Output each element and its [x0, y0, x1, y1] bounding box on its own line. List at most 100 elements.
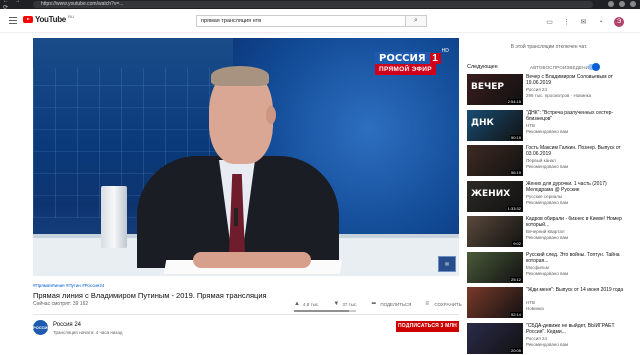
video-duration: 50:19 [509, 134, 522, 140]
video-duration: 1:33:32 [506, 205, 522, 211]
recommended-video[interactable]: ДНК 50:19 "ДНК": "Встреча разлученных сест… [467, 109, 635, 142]
video-thumbnail[interactable]: ЖЕНИХ 1:33:32 [467, 180, 523, 212]
youtube-logo[interactable]: YouTube RU [23, 14, 74, 24]
live-broadcast-badge: ПРЯМОЙ ЭФИР [375, 64, 436, 75]
recommended-video-title[interactable]: Вечер с Владимиром Соловьевым от 19.06.2… [526, 74, 634, 86]
thumbs-up-icon: ▲ [294, 301, 300, 307]
chat-disabled-note: В этой трансляции отключен чат. [510, 44, 588, 50]
recommended-video-meta: Рекомендовано вам [526, 270, 569, 276]
recommended-video-meta: Рекомендовано вам [526, 235, 569, 240]
pen-holder [101, 186, 127, 248]
notifications-bell-icon[interactable]: ◔ [597, 19, 604, 26]
video-actions: ▲ 4,8 тыс. ▼ 37 тыс. ➦ ПОДЕЛИТЬСЯ ≡ СОХР… [294, 301, 482, 307]
dislike-count: 37 тыс. [342, 301, 358, 307]
recommended-video-title[interactable]: Жених для дурочки. 1 часть (2017) Мелодр… [526, 181, 634, 193]
thumbnail-caption: ДНК [471, 117, 494, 128]
recommended-video-channel[interactable]: Русские сериалы [526, 194, 562, 199]
recommended-video-channel[interactable]: Первый канал [526, 158, 556, 163]
video-duration: 25:12 [509, 276, 522, 282]
subscribe-button[interactable]: ПОДПИСАТЬСЯ 3 МЛН [396, 321, 459, 332]
video-thumbnail[interactable]: 52:14 [467, 287, 523, 318]
thumbs-down-icon: ▼ [333, 301, 340, 307]
like-ratio-bar [294, 310, 356, 312]
recommended-video-title[interactable]: Кадров обирали - бизнес в Киеве! Номер к… [526, 216, 634, 228]
share-icon: ➦ [371, 301, 377, 307]
like-ratio-fill [294, 310, 349, 312]
recommended-video-title[interactable]: Русский след. Это войны. Топтун. Тайна к… [526, 252, 634, 264]
recommended-video[interactable]: 25:12 Русский след. Это войны. Топтун. Та… [467, 251, 635, 284]
watermark-hd: HD [441, 48, 449, 54]
recommended-video[interactable]: ЖЕНИХ 1:33:32 Жених для дурочки. 1 часть (… [467, 180, 635, 213]
recommended-video-title[interactable]: "Жди меня": Выпуск от 14 июня 2019 года [526, 287, 634, 293]
video-duration: 20:05 [509, 347, 522, 353]
recommended-video-channel[interactable]: Россия 24 [526, 87, 547, 92]
divider [33, 314, 459, 315]
share-button[interactable]: ➦ ПОДЕЛИТЬСЯ [371, 301, 411, 307]
autoplay-label: АВТОВОСПРОИЗВЕДЕНИЕ [530, 65, 593, 70]
video-thumbnail[interactable]: ВЕЧЕР 2:54:15 [467, 74, 523, 105]
account-avatar[interactable]: Э [614, 17, 624, 27]
video-duration: 2:54:15 [506, 99, 522, 104]
thumbnail-caption: ВЕЧЕР [471, 82, 505, 92]
video-player[interactable]: РОССИЯ 1HD ПРЯМОЙ ЭФИР ▤ [33, 38, 459, 276]
add-to-playlist-icon: ≡ [425, 301, 429, 307]
speaker-ear [266, 106, 276, 124]
like-button[interactable]: ▲ 4,8 тыс. [294, 301, 319, 307]
corner-channel-logo: ▤ [438, 256, 456, 272]
recommended-video-channel[interactable]: Россия 24 [526, 336, 547, 341]
recommended-video-meta: Рекомендовано вам [526, 199, 569, 205]
logo-region: RU [67, 14, 74, 19]
save-button[interactable]: ≡ СОХРАНИТЬ [425, 301, 461, 307]
view-count: Сейчас смотрят: 39 162 [33, 301, 89, 307]
autoplay-toggle[interactable] [588, 63, 600, 71]
watermark-channel-number: 1 [429, 53, 441, 64]
logo-text: YouTube [35, 15, 66, 24]
messages-icon[interactable]: ✉ [580, 19, 587, 26]
stream-start-info: Трансляция начата: 4 часа назад [53, 330, 123, 335]
recommended-video-title[interactable]: "ДНК": "Встреча разлученных сестер-близн… [526, 110, 634, 122]
video-duration: 56:19 [509, 170, 522, 175]
profile-icon[interactable] [630, 1, 636, 7]
recommended-video-title[interactable]: "СБДА-девиже не выйдет, ВЫИГРАЕТ Россия"… [526, 323, 634, 335]
video-thumbnail[interactable]: 56:19 [467, 145, 523, 176]
video-thumbnail[interactable]: 9:02 [467, 216, 523, 247]
hamburger-menu-icon[interactable] [9, 17, 17, 24]
search-input[interactable]: прямая трансляция нтв [196, 15, 406, 27]
recommended-video-channel[interactable]: НТВ [526, 123, 535, 128]
channel-name[interactable]: Россия 24 [53, 322, 81, 328]
video-thumbnail[interactable]: 20:05 [467, 322, 523, 354]
recommended-video-channel[interactable]: Мосфильм [526, 265, 549, 270]
recommended-video[interactable]: 52:14 "Жди меня": Выпуск от 14 июня 2019 … [467, 287, 635, 319]
create-video-icon[interactable]: ▭ [546, 19, 553, 26]
apps-grid-icon[interactable]: ⋮ [563, 19, 570, 26]
recommended-video[interactable]: ВЕЧЕР 2:54:15 Вечер с Владимиром Соловьевы… [467, 74, 635, 106]
address-bar[interactable]: https://www.youtube.com/watch?v=... [33, 1, 593, 8]
recommended-video[interactable]: 56:19 Гость Максим Галкин. Познер. Выпуск… [467, 145, 635, 177]
video-thumbnail[interactable]: ДНК 50:19 [467, 109, 523, 141]
search-button[interactable]: ⌕ [406, 15, 427, 27]
youtube-play-icon [23, 16, 33, 23]
youtube-header: YouTube RU прямая трансляция нтв ⌕ ▭ ⋮ ✉… [0, 9, 640, 33]
speaker-hair [211, 66, 269, 86]
video-hashtags[interactable]: #ПрямаяЛиния #Путин #Россия24 [33, 283, 104, 288]
recommended-video-meta: Рекомендовано вам [526, 341, 569, 347]
channel-avatar[interactable]: РОССИЯ 24 [33, 320, 50, 345]
recommended-video-title[interactable]: Гость Максим Галкин. Познер. Выпуск от 0… [526, 145, 634, 157]
recommended-video-channel[interactable]: Вечерний Квартал [526, 229, 564, 234]
up-next-heading: Следующее [467, 64, 498, 70]
recommended-video[interactable]: 9:02 Кадров обирали - бизнес в Киеве! Ном… [467, 216, 635, 248]
browser-extensions [608, 1, 636, 7]
video-thumbnail[interactable]: 25:12 [467, 251, 523, 283]
search-icon: ⌕ [414, 17, 418, 24]
extension-icon[interactable] [619, 1, 625, 7]
recommended-video-channel[interactable]: НТВ [526, 300, 535, 305]
dislike-button[interactable]: ▼ 37 тыс. [333, 301, 357, 307]
recommended-video[interactable]: 20:05 "СБДА-девиже не выйдет, ВЫИГРАЕТ Ро… [467, 322, 635, 355]
recommended-video-meta: Рекомендовано вам [526, 128, 569, 134]
video-duration: 52:14 [509, 312, 522, 317]
recommended-video-meta: 296 тыс. просмотров · Новинка [526, 93, 592, 98]
recommended-video-meta: Новинка [526, 306, 544, 311]
share-label: ПОДЕЛИТЬСЯ [380, 301, 412, 307]
extension-icon[interactable] [608, 1, 614, 7]
like-count: 4,8 тыс. [303, 301, 320, 307]
